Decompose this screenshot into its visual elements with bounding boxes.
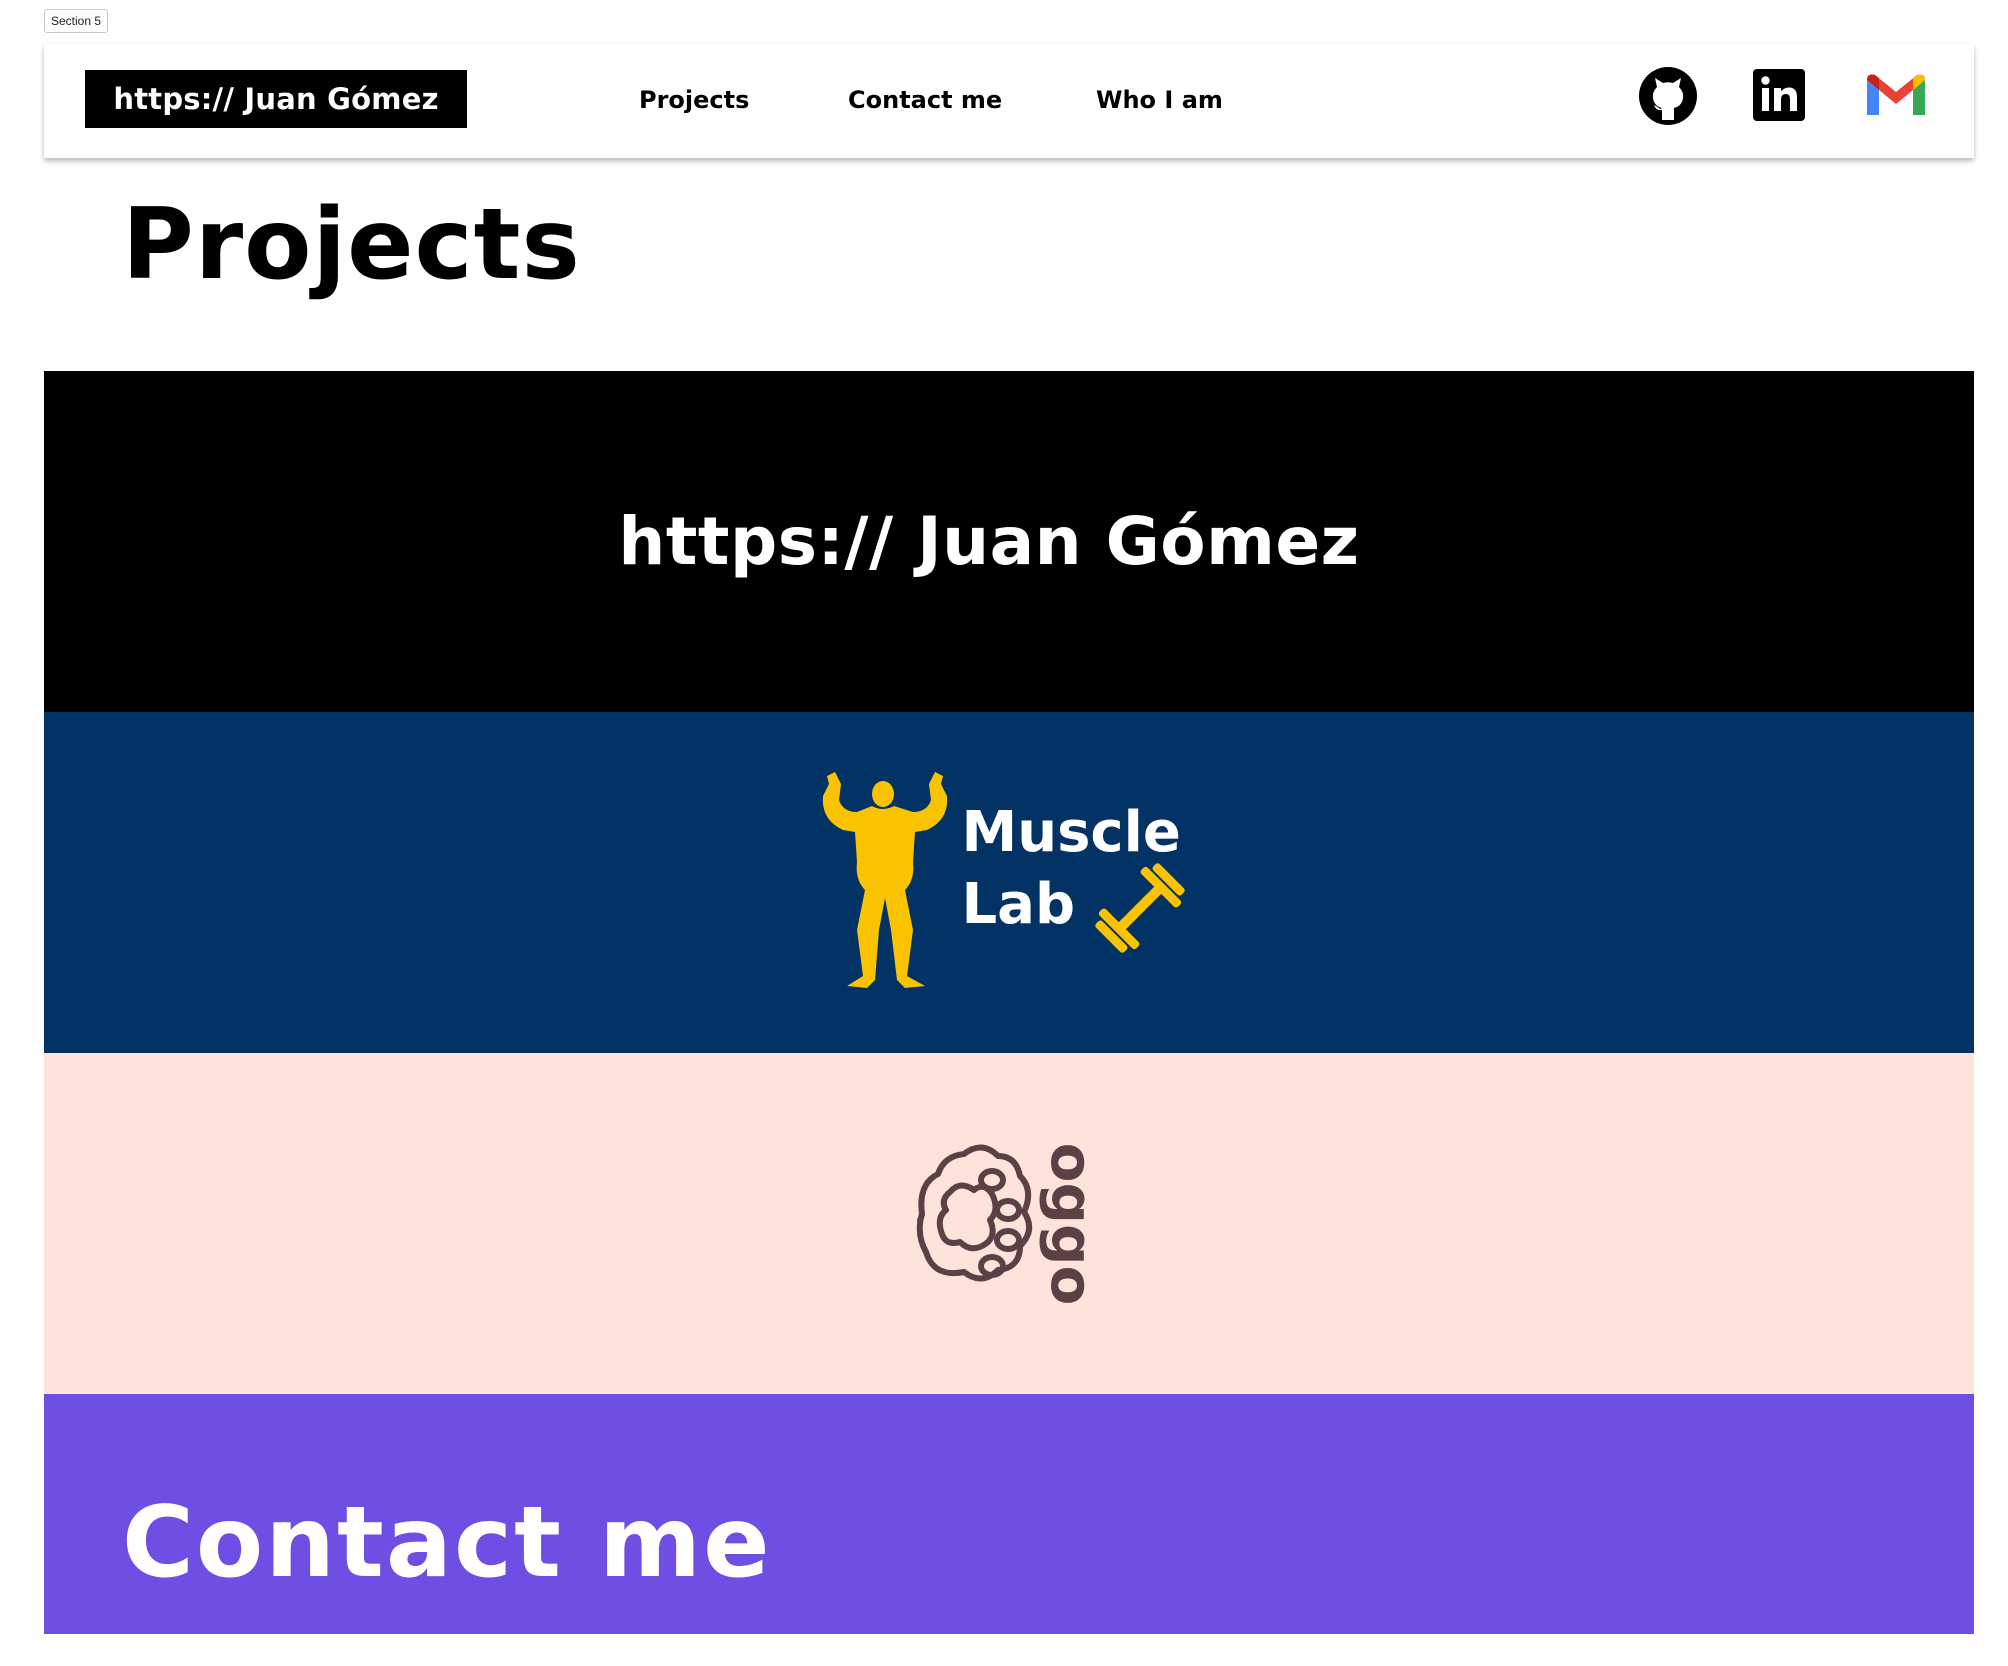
muscle-lab-logo: Muscle Lab <box>817 770 1202 995</box>
gmail-icon[interactable] <box>1867 71 1925 121</box>
nav-who-i-am[interactable]: Who I am <box>1096 80 1223 120</box>
page-title: Projects <box>122 188 581 302</box>
oggo-logo: oggo <box>916 1134 1106 1314</box>
project-card-muscle-lab[interactable]: Muscle Lab <box>44 712 1974 1053</box>
project-card-portfolio[interactable]: https:// Juan Gómez <box>44 371 1974 712</box>
bodybuilder-icon <box>822 772 947 988</box>
muscle-lab-name-line2: Lab <box>961 871 1076 937</box>
project-title-portfolio: https:// Juan Gómez <box>618 503 1360 580</box>
page-frame: https:// Juan Gómez Projects Contact me … <box>44 44 1974 1634</box>
contact-section: Contact me <box>44 1394 1974 1634</box>
dumbbell-icon <box>1094 862 1185 953</box>
frame-label: Section 5 <box>44 9 109 33</box>
muscle-lab-wordmark: Muscle Lab <box>961 788 1202 953</box>
contact-title: Contact me <box>122 1486 772 1600</box>
paw-icon <box>916 1144 1033 1281</box>
linkedin-icon[interactable] <box>1753 69 1805 121</box>
oggo-wordmark: oggo <box>1038 1142 1106 1305</box>
nav-projects[interactable]: Projects <box>639 80 749 120</box>
brand-logo[interactable]: https:// Juan Gómez <box>85 70 467 128</box>
project-card-oggo[interactable]: oggo <box>44 1053 1974 1394</box>
navbar: https:// Juan Gómez Projects Contact me … <box>44 44 1974 158</box>
github-icon[interactable] <box>1638 66 1698 126</box>
nav-contact[interactable]: Contact me <box>848 80 1002 120</box>
oggo-wordmark-wrap: oggo <box>1038 1134 1106 1314</box>
